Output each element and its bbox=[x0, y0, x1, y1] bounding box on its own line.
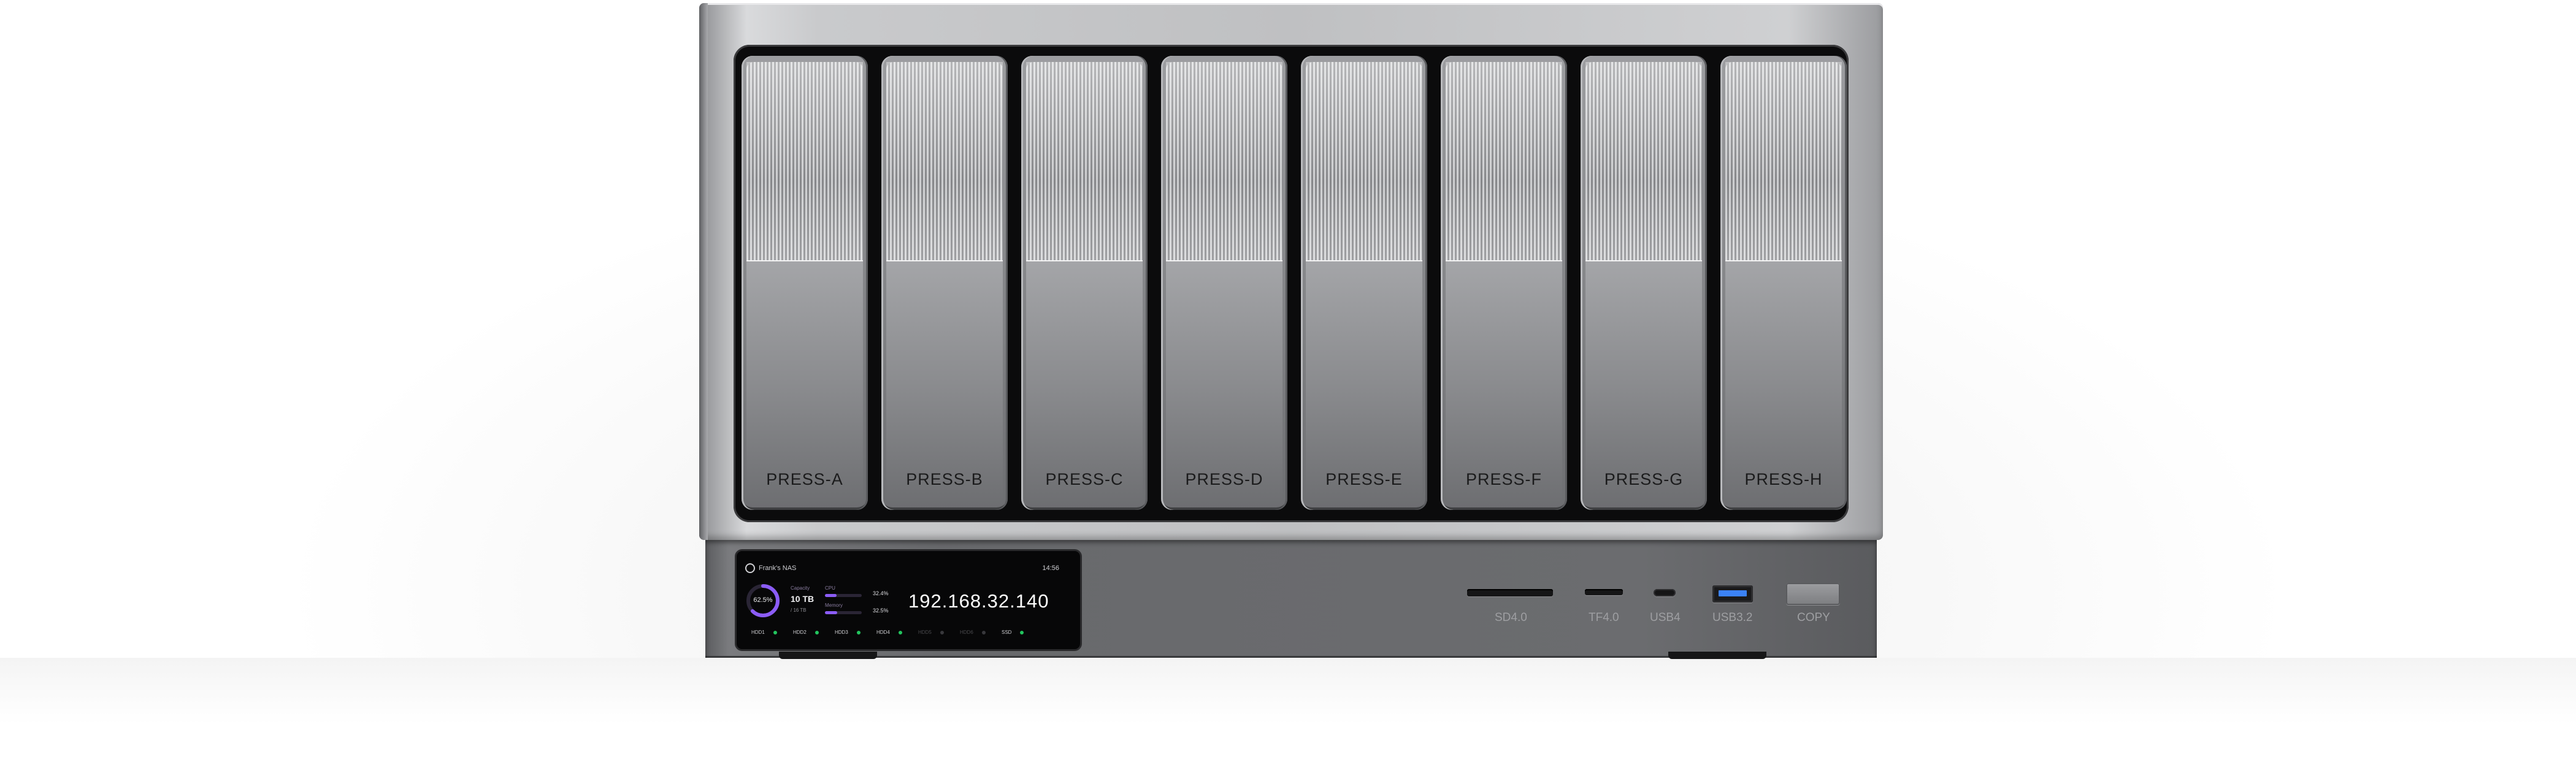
disk-name: HDD4 bbox=[876, 630, 890, 635]
disk-name: HDD1 bbox=[751, 630, 765, 635]
status-dot-icon bbox=[773, 630, 777, 634]
tray-label: PRESS-A bbox=[766, 470, 843, 488]
status-dot-icon bbox=[1020, 630, 1024, 634]
tray-grill bbox=[1306, 62, 1422, 261]
disk-status-hdd4: HDD4 bbox=[876, 630, 902, 635]
disk-name: HDD5 bbox=[918, 630, 932, 635]
disk-status-hdd3: HDD3 bbox=[835, 630, 861, 635]
port-label: COPY bbox=[1797, 611, 1830, 624]
foot-left bbox=[779, 652, 877, 659]
status-dot-icon bbox=[856, 630, 861, 634]
tray-grill bbox=[1166, 62, 1282, 261]
memory-value: 32.5% bbox=[873, 607, 889, 614]
tray-face bbox=[1026, 261, 1143, 504]
disk-status-hdd6: HDD6 bbox=[960, 630, 986, 635]
front-panel: Frank's NAS 14:56 62.5% Capacity 10 TB /… bbox=[705, 540, 1877, 658]
drive-bay-frame: PRESS-A PRESS-B PRESS-C PRESS-D PRESS-E … bbox=[734, 45, 1849, 522]
tray-label: PRESS-D bbox=[1185, 470, 1263, 488]
cpu-bar bbox=[825, 594, 862, 597]
usage-percent: 62.5% bbox=[753, 596, 773, 604]
disk-name: HDD6 bbox=[960, 630, 973, 635]
memory-bar bbox=[825, 611, 862, 614]
tray-grill bbox=[746, 62, 863, 261]
sd-slot-icon bbox=[1467, 589, 1553, 596]
tray-grill bbox=[886, 62, 1003, 261]
disk-name: SSD bbox=[1002, 630, 1012, 635]
disk-status-hdd5: HDD5 bbox=[918, 630, 944, 635]
capacity-total: / 16 TB bbox=[791, 607, 807, 613]
tray-face bbox=[1306, 261, 1422, 504]
tray-label: PRESS-G bbox=[1604, 470, 1684, 488]
tray-face bbox=[1725, 261, 1842, 504]
tf-slot-icon bbox=[1585, 589, 1623, 595]
disk-status-hdd2: HDD2 bbox=[793, 630, 819, 635]
drive-tray-d[interactable]: PRESS-D bbox=[1161, 56, 1287, 510]
status-dot-icon bbox=[981, 630, 986, 634]
memory-bar-fill bbox=[825, 611, 837, 614]
tray-label: PRESS-E bbox=[1325, 470, 1403, 488]
memory-label: Memory bbox=[825, 603, 843, 608]
disk-status-hdd1: HDD1 bbox=[751, 630, 777, 635]
usb-a-icon bbox=[1712, 585, 1753, 603]
drive-tray-c[interactable]: PRESS-C bbox=[1021, 56, 1148, 510]
tray-label: PRESS-B bbox=[906, 470, 983, 488]
ip-address: 192.168.32.140 bbox=[908, 590, 1049, 612]
tray-label: PRESS-H bbox=[1744, 470, 1823, 488]
cpu-label: CPU bbox=[825, 585, 835, 591]
drive-tray-g[interactable]: PRESS-G bbox=[1581, 56, 1707, 510]
floor bbox=[0, 658, 2576, 767]
device-icon bbox=[745, 563, 755, 573]
drive-tray-f[interactable]: PRESS-F bbox=[1441, 56, 1567, 510]
status-dot-icon bbox=[815, 630, 819, 634]
port-label: USB3.2 bbox=[1712, 611, 1753, 624]
status-dot-icon bbox=[898, 630, 902, 634]
nas-device: PRESS-A PRESS-B PRESS-C PRESS-D PRESS-E … bbox=[699, 0, 1883, 659]
tray-grill bbox=[1725, 62, 1842, 261]
disk-status-ssd: SSD bbox=[1002, 630, 1024, 635]
foot-right bbox=[1668, 652, 1766, 659]
tray-face bbox=[886, 261, 1003, 504]
copy-key bbox=[1786, 583, 1840, 605]
drive-tray-b[interactable]: PRESS-B bbox=[881, 56, 1008, 510]
drive-enclosure: PRESS-A PRESS-B PRESS-C PRESS-D PRESS-E … bbox=[699, 3, 1883, 540]
tray-label: PRESS-F bbox=[1465, 470, 1543, 488]
tray-face bbox=[746, 261, 863, 504]
usb-tongue-icon bbox=[1719, 590, 1747, 596]
port-label: TF4.0 bbox=[1589, 611, 1619, 624]
tray-face bbox=[1585, 261, 1702, 504]
drive-tray-a[interactable]: PRESS-A bbox=[742, 56, 868, 510]
cpu-value: 32.4% bbox=[873, 590, 889, 596]
device-name: Frank's NAS bbox=[759, 565, 797, 572]
port-label: SD4.0 bbox=[1495, 611, 1527, 624]
disk-name: HDD3 bbox=[835, 630, 848, 635]
tray-face bbox=[1166, 261, 1282, 504]
tray-grill bbox=[1446, 62, 1562, 261]
status-dot-icon bbox=[940, 630, 944, 634]
tray-face bbox=[1446, 261, 1562, 504]
clock: 14:56 bbox=[1042, 565, 1059, 572]
tray-grill bbox=[1026, 62, 1143, 261]
port-label: USB4 bbox=[1650, 611, 1681, 624]
drive-tray-e[interactable]: PRESS-E bbox=[1301, 56, 1427, 510]
drive-tray-h[interactable]: PRESS-H bbox=[1720, 56, 1847, 510]
tray-label: PRESS-C bbox=[1045, 470, 1124, 488]
capacity-label: Capacity bbox=[791, 585, 810, 591]
disk-name: HDD2 bbox=[793, 630, 807, 635]
cpu-bar-fill bbox=[825, 594, 837, 597]
capacity-value: 10 TB bbox=[791, 594, 815, 604]
usb-c-icon bbox=[1654, 589, 1676, 596]
status-display[interactable]: Frank's NAS 14:56 62.5% Capacity 10 TB /… bbox=[735, 549, 1082, 651]
tray-grill bbox=[1585, 62, 1702, 261]
